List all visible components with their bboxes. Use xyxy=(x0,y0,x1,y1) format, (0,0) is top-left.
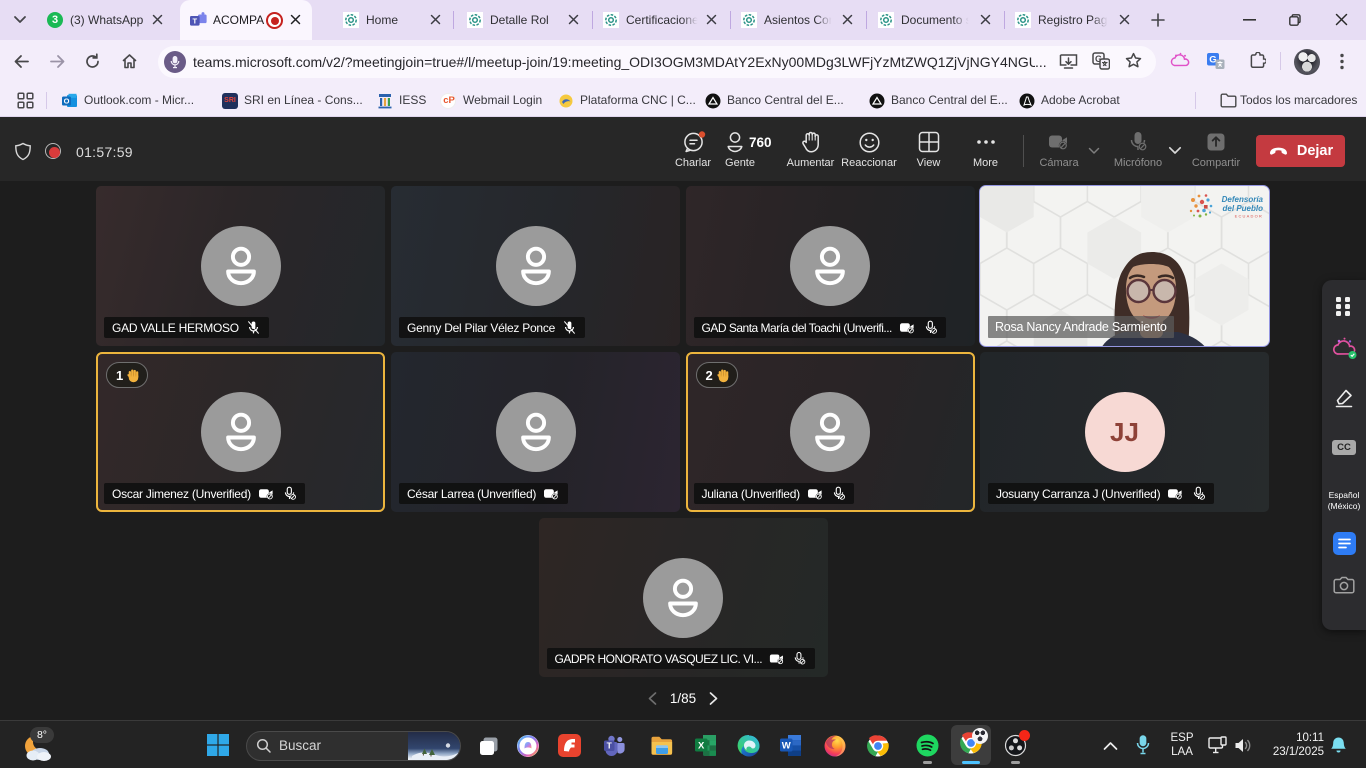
svg-text:T: T xyxy=(607,741,613,751)
svg-text:Defensoría: Defensoría xyxy=(1222,195,1264,204)
svg-text:X: X xyxy=(698,741,705,752)
svg-text:T: T xyxy=(192,16,197,25)
svg-text:ECUADOR: ECUADOR xyxy=(1235,214,1263,219)
svg-text:760: 760 xyxy=(749,135,772,150)
svg-text:W: W xyxy=(782,741,791,752)
svg-text:del Pueblo: del Pueblo xyxy=(1223,204,1264,213)
svg-text:O: O xyxy=(64,97,70,106)
